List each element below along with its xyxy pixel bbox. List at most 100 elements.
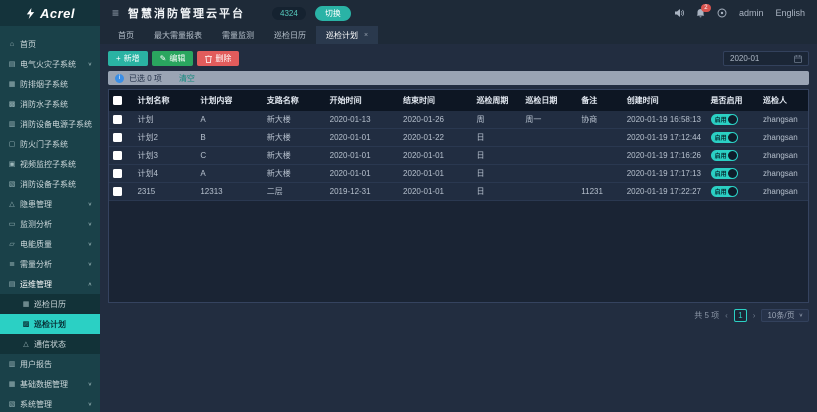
equipment-power-icon: ▥ [8, 120, 16, 128]
sidebar-item[interactable]: ▩消防水子系统 [0, 94, 100, 114]
row-checkbox[interactable] [113, 115, 122, 124]
table-header-cell: 创建时间 [623, 90, 707, 111]
table-cell: 2020-01-19 16:58:13 [623, 111, 707, 129]
table-header-cell: 计划名称 [133, 90, 196, 111]
month-picker-input[interactable]: 2020-01 [723, 51, 809, 66]
table-cell: 11231 [577, 183, 622, 201]
sidebar-item[interactable]: ▨巡检计划 [0, 314, 100, 334]
table-cell [577, 129, 622, 147]
sidebar-item[interactable]: ▧系统管理∨ [0, 394, 100, 412]
sidebar-item[interactable]: ⌂首页 [0, 34, 100, 54]
sidebar-item[interactable]: ▦巡检日历 [0, 294, 100, 314]
page-size-select[interactable]: 10条/页 ∨ [761, 309, 809, 322]
header-actions: 2 admin English [674, 8, 805, 18]
volume-icon[interactable] [674, 8, 684, 18]
row-checkbox[interactable] [113, 187, 122, 196]
prev-page-button[interactable]: ‹ [725, 311, 728, 320]
tab-item[interactable]: 最大需量报表 [144, 26, 212, 44]
chevron-down-icon: ∨ [88, 201, 92, 207]
sidebar-item[interactable]: ▢防火门子系统 [0, 134, 100, 154]
sidebar-item[interactable]: ▦基础数据管理∨ [0, 374, 100, 394]
page-size-value: 10条/页 [767, 310, 794, 321]
row-checkbox[interactable] [113, 151, 122, 160]
table-cell: 周 [472, 111, 521, 129]
sidebar-item[interactable]: ≣需量分析∨ [0, 254, 100, 274]
sidebar-item-label: 首页 [20, 39, 36, 50]
enable-toggle[interactable]: 启用 [711, 114, 738, 125]
toolbar: + 新增 ✎ 编辑 删除 [108, 51, 809, 66]
tab-item[interactable]: 需量监测 [212, 26, 264, 44]
row-checkbox-cell [109, 183, 133, 201]
table-cell [521, 147, 577, 165]
enable-toggle[interactable]: 启用 [711, 168, 738, 179]
row-checkbox[interactable] [113, 133, 122, 142]
table-header-cell: 是否启用 [707, 90, 759, 111]
switch-project-button[interactable]: 切换 [315, 6, 351, 21]
sidebar-item[interactable]: ▣视频监控子系统 [0, 154, 100, 174]
chevron-down-icon: ∨ [88, 61, 92, 67]
table-cell: 二层 [263, 183, 326, 201]
table-header-cell: 支路名称 [263, 90, 326, 111]
sidebar-item[interactable]: ▥ 消防设备电源子系统 [0, 114, 100, 134]
sidebar-item-label: 视频监控子系统 [20, 159, 76, 170]
select-all-header-cell [109, 90, 133, 111]
table-header-cell: 巡检人 [759, 90, 808, 111]
sidebar-item[interactable]: ▤电气火灾子系统∨ [0, 54, 100, 74]
help-icon[interactable] [717, 8, 727, 18]
toggle-label: 启用 [715, 169, 727, 178]
sidebar-item-label: 消防设备电源子系统 [20, 119, 92, 130]
select-all-checkbox[interactable] [113, 96, 122, 105]
chevron-down-icon: ∨ [88, 381, 92, 387]
edit-button[interactable]: ✎ 编辑 [152, 51, 194, 66]
sidebar-item[interactable]: ▦防排烟子系统 [0, 74, 100, 94]
row-checkbox[interactable] [113, 169, 122, 178]
sidebar-item[interactable]: △隐患管理∨ [0, 194, 100, 214]
sidebar-item[interactable]: △通信状态 [0, 334, 100, 354]
language-switch[interactable]: English [775, 8, 805, 18]
tab-item[interactable]: 首页 [108, 26, 144, 44]
inspection-plan-table-panel: 计划名称计划内容支路名称开始时间结束时间巡检周期巡检日期备注创建时间是否启用巡检… [108, 89, 809, 303]
table-cell: 启用 [707, 183, 759, 201]
add-button[interactable]: + 新增 [108, 51, 148, 66]
row-checkbox-cell [109, 165, 133, 183]
sidebar-item-label: 基础数据管理 [20, 379, 68, 390]
sidebar-item[interactable]: ▱电能质量∨ [0, 234, 100, 254]
delete-button[interactable]: 删除 [197, 51, 239, 66]
table-cell: 日 [472, 129, 521, 147]
fire-water-icon: ▩ [8, 100, 16, 108]
enable-toggle[interactable]: 启用 [711, 150, 738, 161]
table-cell: 新大楼 [263, 111, 326, 129]
close-icon[interactable]: × [364, 32, 368, 39]
sidebar-item[interactable]: ▭监测分析∨ [0, 214, 100, 234]
tab-active[interactable]: 巡检计划× [316, 26, 378, 44]
sidebar-item-label: 电气火灾子系统 [20, 59, 76, 70]
next-page-button[interactable]: › [753, 311, 756, 320]
username[interactable]: admin [739, 8, 764, 18]
fire-door-icon: ▢ [8, 140, 16, 148]
selection-info-bar: i 已选 0 项 清空 [108, 71, 809, 85]
main-area: ⌂首页▤电气火灾子系统∨▦防排烟子系统▩消防水子系统▥消防设备电源子系统▢防火门… [0, 26, 817, 412]
table-header-cell: 结束时间 [399, 90, 472, 111]
table-cell: 日 [472, 147, 521, 165]
table-cell: 2315 [133, 183, 196, 201]
table-cell: 2020-01-19 17:16:26 [623, 147, 707, 165]
page-title: 智慧消防管理云平台 [128, 5, 245, 21]
sidebar-item[interactable]: ▧消防设备子系统 [0, 174, 100, 194]
sidebar-item[interactable]: ▥用户报告 [0, 354, 100, 374]
page-number-button[interactable]: 1 [734, 309, 747, 322]
row-checkbox-cell [109, 147, 133, 165]
tab-label: 最大需量报表 [154, 30, 202, 41]
add-button-label: 新增 [124, 53, 140, 64]
sidebar-item[interactable]: ▤运维管理∧ [0, 274, 100, 294]
collapse-menu-icon[interactable]: ≡ [112, 7, 119, 19]
notification-bell-icon[interactable]: 2 [696, 8, 705, 18]
hazard-icon: △ [8, 200, 16, 208]
clear-selection-link[interactable]: 清空 [179, 73, 195, 84]
enable-toggle[interactable]: 启用 [711, 132, 738, 143]
sidebar-item-label: 电能质量 [20, 239, 52, 250]
inspection-plan-icon: ▨ [22, 320, 30, 328]
tab-item[interactable]: 巡检日历 [264, 26, 316, 44]
info-icon: i [115, 74, 124, 83]
enable-toggle[interactable]: 启用 [711, 186, 738, 197]
table-cell: 新大楼 [263, 147, 326, 165]
